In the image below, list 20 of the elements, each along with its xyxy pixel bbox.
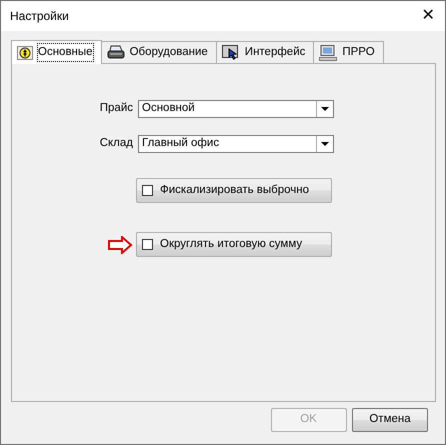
checkbox[interactable] <box>142 239 153 250</box>
dropdown[interactable]: Основной <box>138 100 334 118</box>
coin-icon <box>17 44 33 60</box>
checkbox[interactable] <box>142 185 153 196</box>
field-label: Склад <box>98 136 134 152</box>
cursor-window-icon <box>222 44 240 60</box>
close-button[interactable]: ✕ <box>411 1 445 31</box>
printer-icon <box>106 44 125 60</box>
dropdown[interactable]: Главный офис <box>138 135 334 153</box>
tab[interactable]: ПРРО <box>313 41 384 63</box>
field-label: Прайс <box>98 101 134 116</box>
checkbox-button[interactable]: Фискализировать выброчно <box>136 178 332 203</box>
tab[interactable]: Основные <box>11 40 102 64</box>
caret-icon <box>321 142 329 146</box>
computer-icon <box>319 44 338 60</box>
caret-icon <box>321 107 329 111</box>
window-title: Настройки <box>10 8 69 25</box>
dialog-button[interactable]: Отмена <box>352 408 428 432</box>
checkbox-button[interactable]: Округлять итоговую сумму <box>136 232 332 257</box>
tab[interactable]: Интерфейс <box>216 41 314 63</box>
